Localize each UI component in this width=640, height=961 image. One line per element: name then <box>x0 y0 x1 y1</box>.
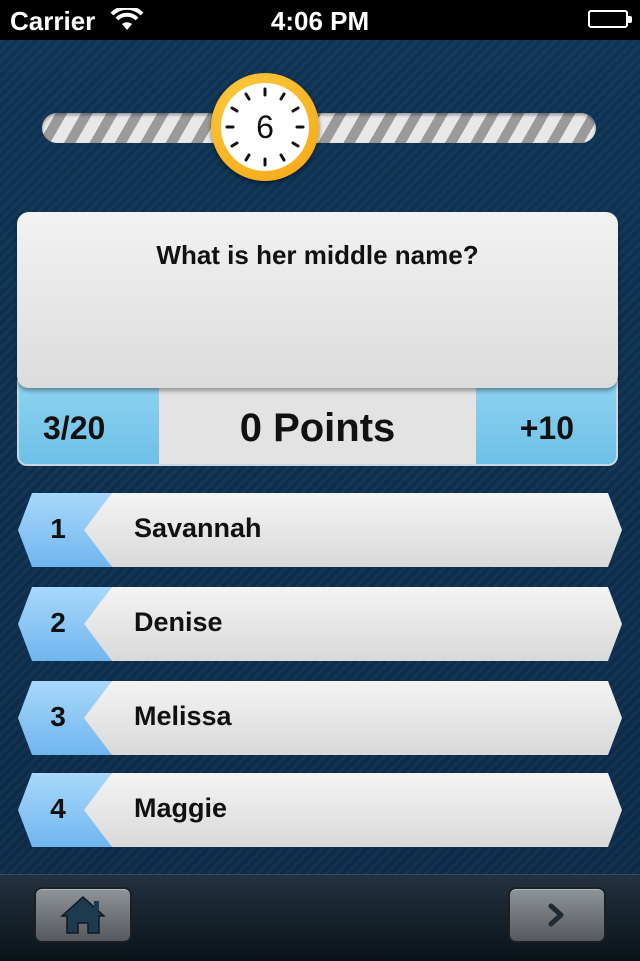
next-button[interactable] <box>508 887 606 943</box>
home-button[interactable] <box>34 887 132 943</box>
answer-label: Maggie <box>134 793 228 823</box>
answer-option-2[interactable]: 2 Denise <box>18 587 622 661</box>
answer-option-4[interactable]: 4 Maggie <box>18 773 622 847</box>
chevron-right-icon <box>548 903 564 927</box>
answer-number: 3 <box>50 701 66 732</box>
bottom-toolbar <box>0 874 640 961</box>
answer-label: Melissa <box>134 701 232 731</box>
answer-body: Denise <box>84 587 622 661</box>
answer-body: Melissa <box>84 681 622 755</box>
question-card: What is her middle name? 3/20 0 Points +… <box>17 212 618 466</box>
score-bar: 3/20 0 Points +10 <box>17 380 618 466</box>
battery-icon <box>588 10 632 28</box>
answer-option-1[interactable]: 1 Savannah <box>18 493 622 567</box>
timer-clock: 6 <box>211 73 319 181</box>
clock-time: 4:06 PM <box>270 6 370 36</box>
question-text: What is her middle name? <box>156 240 479 270</box>
answer-option-3[interactable]: 3 Melissa <box>18 681 622 755</box>
answer-number: 1 <box>50 513 66 544</box>
answer-body: Maggie <box>84 773 622 847</box>
answer-label: Savannah <box>134 513 262 543</box>
answer-label: Denise <box>134 607 223 637</box>
status-bar: Carrier 4:06 PM <box>0 0 640 40</box>
timer-track <box>42 113 596 143</box>
answer-number: 2 <box>50 607 66 638</box>
timer-seconds: 6 <box>256 109 274 145</box>
question-box: What is her middle name? <box>17 212 618 388</box>
home-icon <box>60 895 106 934</box>
points-bonus: +10 <box>519 410 574 446</box>
clock-face: 6 <box>221 83 309 171</box>
answer-body: Savannah <box>84 493 622 567</box>
answer-number: 4 <box>50 793 66 824</box>
